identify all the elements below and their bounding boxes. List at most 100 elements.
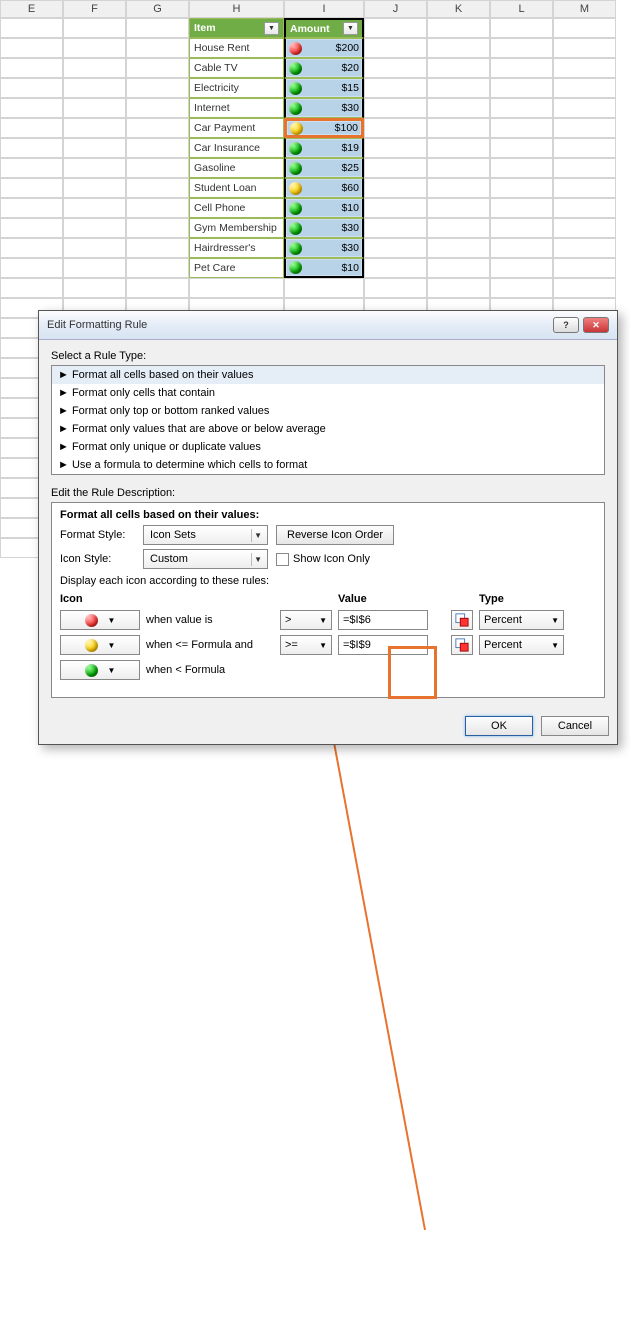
empty-cell[interactable] bbox=[0, 278, 63, 298]
empty-cell[interactable] bbox=[427, 138, 490, 158]
empty-cell[interactable] bbox=[553, 38, 616, 58]
empty-cell[interactable] bbox=[553, 158, 616, 178]
empty-cell[interactable] bbox=[63, 258, 126, 278]
empty-cell[interactable] bbox=[364, 18, 427, 38]
empty-cell[interactable] bbox=[126, 18, 189, 38]
column-header[interactable]: F bbox=[63, 0, 126, 18]
empty-cell[interactable] bbox=[0, 158, 63, 178]
item-cell[interactable]: Cable TV bbox=[189, 58, 284, 78]
item-cell[interactable]: Cell Phone bbox=[189, 198, 284, 218]
empty-cell[interactable] bbox=[63, 98, 126, 118]
item-cell[interactable]: Car Insurance bbox=[189, 138, 284, 158]
table-header-item[interactable]: Item▼ bbox=[189, 18, 284, 38]
empty-cell[interactable] bbox=[126, 138, 189, 158]
empty-cell[interactable] bbox=[364, 138, 427, 158]
empty-cell[interactable] bbox=[553, 178, 616, 198]
item-cell[interactable]: House Rent bbox=[189, 38, 284, 58]
rule-type-item[interactable]: ► Format only unique or duplicate values bbox=[52, 438, 604, 456]
empty-cell[interactable] bbox=[63, 58, 126, 78]
show-icon-only-checkbox[interactable]: Show Icon Only bbox=[276, 553, 370, 566]
column-header[interactable]: H bbox=[189, 0, 284, 18]
amount-cell[interactable]: $30 bbox=[284, 98, 364, 118]
operator-combo[interactable]: >=▼ bbox=[280, 635, 332, 655]
amount-cell[interactable]: $30 bbox=[284, 218, 364, 238]
amount-cell[interactable]: $200 bbox=[284, 38, 364, 58]
dialog-titlebar[interactable]: Edit Formatting Rule ? ✕ bbox=[39, 311, 617, 340]
empty-cell[interactable] bbox=[490, 178, 553, 198]
empty-cell[interactable] bbox=[427, 98, 490, 118]
empty-cell[interactable] bbox=[490, 78, 553, 98]
ok-button[interactable]: OK bbox=[465, 716, 533, 736]
empty-cell[interactable] bbox=[553, 118, 616, 138]
column-header[interactable]: J bbox=[364, 0, 427, 18]
empty-cell[interactable] bbox=[427, 158, 490, 178]
empty-cell[interactable] bbox=[364, 278, 427, 298]
item-cell[interactable]: Electricity bbox=[189, 78, 284, 98]
empty-cell[interactable] bbox=[553, 138, 616, 158]
icon-style-combo[interactable]: Custom ▼ bbox=[143, 549, 268, 569]
empty-cell[interactable] bbox=[553, 258, 616, 278]
item-cell[interactable]: Student Loan bbox=[189, 178, 284, 198]
column-header[interactable]: G bbox=[126, 0, 189, 18]
value-input[interactable] bbox=[338, 635, 428, 655]
empty-cell[interactable] bbox=[284, 278, 364, 298]
rule-type-item[interactable]: ► Format only top or bottom ranked value… bbox=[52, 402, 604, 420]
empty-cell[interactable] bbox=[490, 138, 553, 158]
empty-cell[interactable] bbox=[126, 98, 189, 118]
empty-cell[interactable] bbox=[126, 158, 189, 178]
empty-cell[interactable] bbox=[126, 38, 189, 58]
empty-cell[interactable] bbox=[126, 118, 189, 138]
column-header[interactable]: K bbox=[427, 0, 490, 18]
empty-cell[interactable] bbox=[364, 258, 427, 278]
icon-picker[interactable]: ▼ bbox=[60, 660, 140, 680]
close-button[interactable]: ✕ bbox=[583, 317, 609, 333]
empty-cell[interactable] bbox=[364, 238, 427, 258]
empty-cell[interactable] bbox=[364, 218, 427, 238]
item-cell[interactable]: Hairdresser's bbox=[189, 238, 284, 258]
rule-type-item[interactable]: ► Format all cells based on their values bbox=[52, 366, 604, 384]
empty-cell[interactable] bbox=[63, 118, 126, 138]
amount-cell[interactable]: $30 bbox=[284, 238, 364, 258]
empty-cell[interactable] bbox=[427, 238, 490, 258]
empty-cell[interactable] bbox=[364, 158, 427, 178]
empty-cell[interactable] bbox=[63, 218, 126, 238]
empty-cell[interactable] bbox=[0, 118, 63, 138]
empty-cell[interactable] bbox=[126, 238, 189, 258]
empty-cell[interactable] bbox=[364, 98, 427, 118]
empty-cell[interactable] bbox=[553, 218, 616, 238]
empty-cell[interactable] bbox=[553, 58, 616, 78]
empty-cell[interactable] bbox=[553, 98, 616, 118]
empty-cell[interactable] bbox=[0, 38, 63, 58]
empty-cell[interactable] bbox=[553, 238, 616, 258]
empty-cell[interactable] bbox=[0, 18, 63, 38]
empty-cell[interactable] bbox=[126, 218, 189, 238]
empty-cell[interactable] bbox=[364, 118, 427, 138]
amount-cell[interactable]: $100 bbox=[284, 118, 364, 138]
empty-cell[interactable] bbox=[0, 98, 63, 118]
empty-cell[interactable] bbox=[553, 198, 616, 218]
empty-cell[interactable] bbox=[364, 178, 427, 198]
empty-cell[interactable] bbox=[126, 258, 189, 278]
item-cell[interactable]: Internet bbox=[189, 98, 284, 118]
rule-type-list[interactable]: ► Format all cells based on their values… bbox=[51, 365, 605, 475]
empty-cell[interactable] bbox=[63, 198, 126, 218]
empty-cell[interactable] bbox=[553, 18, 616, 38]
empty-cell[interactable] bbox=[490, 258, 553, 278]
empty-cell[interactable] bbox=[427, 78, 490, 98]
reverse-icon-order-button[interactable]: Reverse Icon Order bbox=[276, 525, 394, 545]
empty-cell[interactable] bbox=[364, 78, 427, 98]
empty-cell[interactable] bbox=[427, 198, 490, 218]
empty-cell[interactable] bbox=[364, 198, 427, 218]
empty-cell[interactable] bbox=[0, 238, 63, 258]
filter-dropdown-icon[interactable]: ▼ bbox=[264, 22, 279, 35]
empty-cell[interactable] bbox=[427, 58, 490, 78]
range-selector-button[interactable] bbox=[451, 635, 473, 655]
empty-cell[interactable] bbox=[126, 198, 189, 218]
empty-cell[interactable] bbox=[490, 158, 553, 178]
rule-type-item[interactable]: ► Format only values that are above or b… bbox=[52, 420, 604, 438]
empty-cell[interactable] bbox=[126, 178, 189, 198]
empty-cell[interactable] bbox=[490, 118, 553, 138]
item-cell[interactable]: Pet Care bbox=[189, 258, 284, 278]
empty-cell[interactable] bbox=[427, 38, 490, 58]
empty-cell[interactable] bbox=[427, 18, 490, 38]
